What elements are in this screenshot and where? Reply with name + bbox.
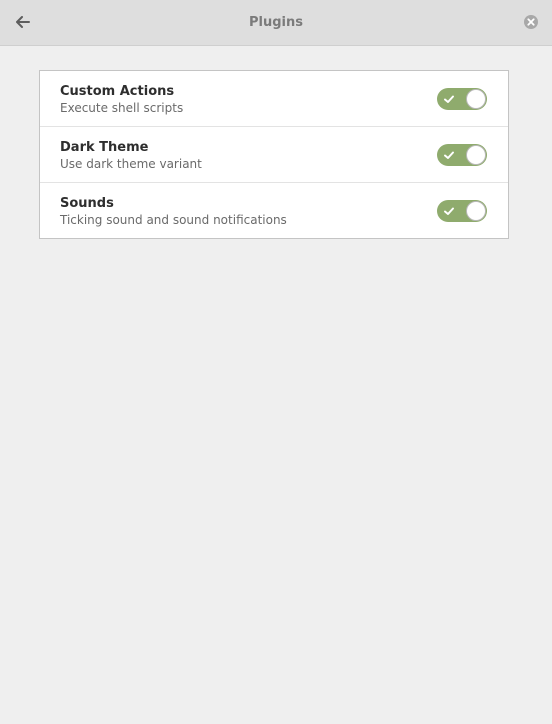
plugin-name: Sounds [60, 196, 114, 211]
sounds-toggle[interactable] [437, 200, 487, 222]
plugin-row-custom-actions: Custom Actions Execute shell scripts [40, 71, 508, 127]
toggle-knob [466, 89, 486, 109]
close-button[interactable] [522, 13, 540, 31]
close-icon [524, 15, 538, 29]
plugin-description: Use dark theme variant [60, 157, 202, 171]
plugin-name: Dark Theme [60, 140, 149, 155]
plugins-window: Plugins Custom Actions Execute shell scr… [0, 0, 552, 724]
plugin-description: Ticking sound and sound notifications [60, 213, 287, 227]
toggle-knob [466, 145, 486, 165]
checkmark-icon [444, 207, 454, 215]
checkmark-icon [444, 151, 454, 159]
plugin-row-sounds: Sounds Ticking sound and sound notificat… [40, 183, 508, 238]
plugin-name: Custom Actions [60, 84, 175, 99]
dark-theme-toggle[interactable] [437, 144, 487, 166]
custom-actions-toggle[interactable] [437, 88, 487, 110]
plugin-description: Execute shell scripts [60, 101, 184, 115]
toggle-knob [466, 201, 486, 221]
window-title: Plugins [249, 15, 303, 30]
header-bar: Plugins [0, 0, 552, 46]
checkmark-icon [444, 95, 454, 103]
plugin-list: Custom Actions Execute shell scripts Dar… [39, 70, 509, 239]
plugin-row-dark-theme: Dark Theme Use dark theme variant [40, 127, 508, 183]
